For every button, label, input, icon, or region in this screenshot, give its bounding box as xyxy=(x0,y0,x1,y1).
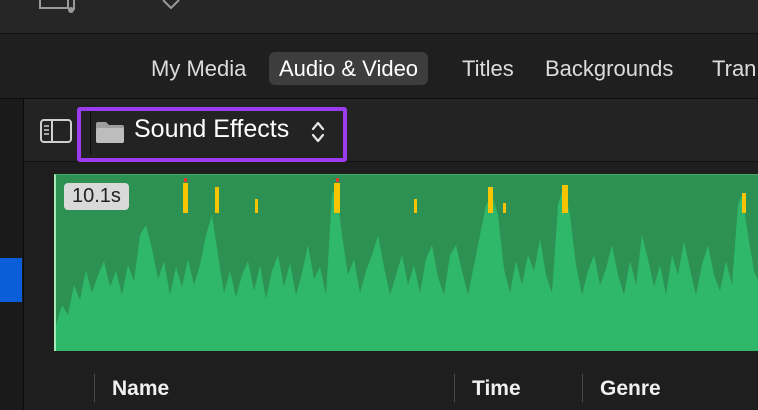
media-tab-bar: My Media Audio & Video Titles Background… xyxy=(0,34,758,99)
selection-highlight-box xyxy=(77,107,347,162)
audio-photo-icon[interactable] xyxy=(38,0,82,14)
tab-my-media[interactable]: My Media xyxy=(151,52,246,85)
tab-titles[interactable]: Titles xyxy=(462,52,514,85)
column-divider[interactable] xyxy=(94,374,95,402)
clip-duration-badge: 10.1s xyxy=(64,183,129,210)
top-toolbar xyxy=(0,0,758,34)
waveform xyxy=(56,178,758,351)
left-sidebar-strip xyxy=(0,99,24,410)
sidebar-selection-indicator[interactable] xyxy=(0,258,22,302)
column-divider[interactable] xyxy=(582,374,583,402)
column-header-time[interactable]: Time xyxy=(472,374,521,404)
column-header-genre[interactable]: Genre xyxy=(600,374,661,404)
column-header-name[interactable]: Name xyxy=(112,374,169,404)
list-column-header: Name Time Genre xyxy=(24,368,758,410)
download-icon[interactable] xyxy=(160,0,182,12)
tab-transitions[interactable]: Tran xyxy=(712,52,756,85)
tab-backgrounds[interactable]: Backgrounds xyxy=(545,52,673,85)
column-divider[interactable] xyxy=(454,374,455,402)
tab-audio-video[interactable]: Audio & Video xyxy=(269,52,429,85)
sidebar-toggle-icon[interactable] xyxy=(40,119,72,143)
audio-clip-filmstrip[interactable]: 10.1s xyxy=(54,174,758,351)
